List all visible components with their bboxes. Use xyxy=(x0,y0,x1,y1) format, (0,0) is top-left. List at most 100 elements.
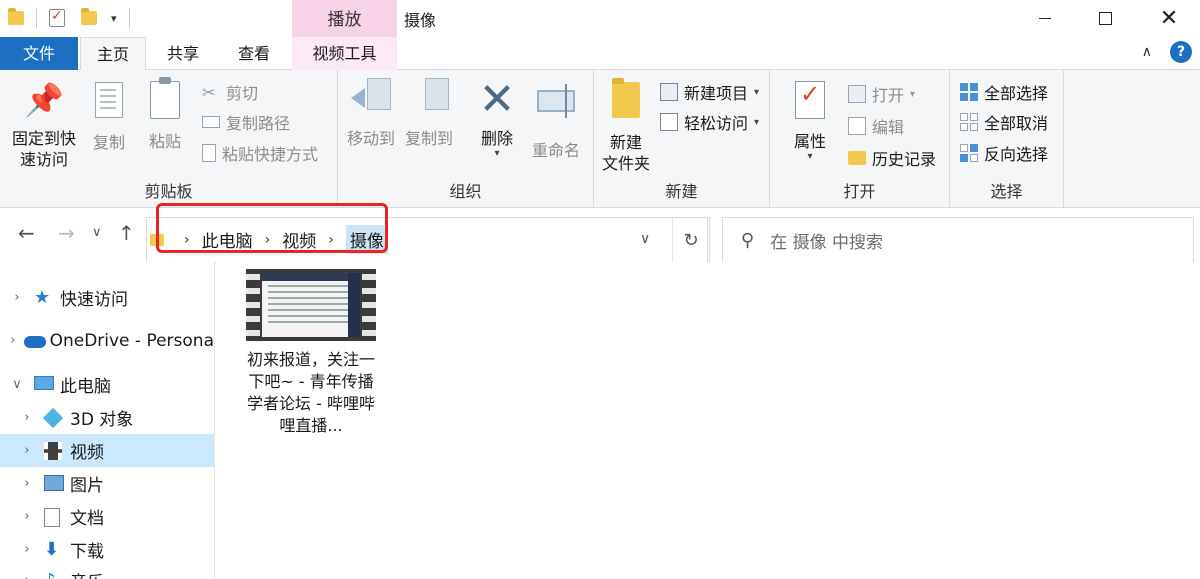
help-icon[interactable]: ? xyxy=(1170,41,1192,63)
sidebar-item-label: 下载 xyxy=(70,542,104,562)
select-all-button[interactable]: 全部选择 xyxy=(960,80,1048,104)
select-none-button[interactable]: 全部取消 xyxy=(960,110,1048,134)
close-button[interactable]: ✕ xyxy=(1138,0,1200,37)
ribbon: 📌 固定到快 速访问 复制 粘贴 ✂ 剪切 复制路径 粘贴快捷方式 剪贴板 移动… xyxy=(0,70,1200,208)
customize-toolbar-dropdown-icon[interactable]: ▾ xyxy=(111,12,117,25)
chevron-right-icon[interactable]: › xyxy=(20,443,34,458)
group-label-open: 打开 xyxy=(843,182,876,201)
documents-icon xyxy=(44,507,64,527)
sidebar-item-documents[interactable]: › 文档 xyxy=(0,500,214,533)
move-to-label: 移动到 xyxy=(346,129,395,148)
tab-share[interactable]: 共享 xyxy=(150,37,216,70)
easy-access-dropdown-icon: ▾ xyxy=(754,116,760,128)
context-tab-play-header: 播放 xyxy=(292,0,397,37)
copy-icon xyxy=(95,82,123,118)
pin-to-quick-access-button[interactable]: 📌 固定到快 速访问 xyxy=(6,78,82,170)
download-icon: ⬇ xyxy=(44,538,60,560)
copy-to-button[interactable]: 复制到 xyxy=(402,78,456,149)
properties-button[interactable]: 属性 ▾ xyxy=(782,78,838,162)
file-name: 初来报道，关注一下吧~ - 青年传播学者论坛 - 哔哩哔哩直播... xyxy=(246,350,375,435)
new-folder-icon[interactable] xyxy=(81,8,97,25)
properties-icon[interactable] xyxy=(49,8,65,27)
video-folder-icon xyxy=(44,441,64,460)
toolbar-divider xyxy=(36,8,37,28)
folder-icon[interactable] xyxy=(8,8,24,25)
delete-button[interactable]: ✕ 删除 ▾ xyxy=(472,78,522,159)
back-arrow-icon[interactable]: ← xyxy=(18,221,35,245)
sidebar-item-music[interactable]: › ♪ 音乐 xyxy=(0,564,214,579)
up-arrow-icon[interactable]: ↑ xyxy=(118,221,135,245)
paste-shortcut-icon xyxy=(202,144,216,162)
properties-dropdown-icon[interactable]: ▾ xyxy=(782,152,838,162)
chevron-right-icon[interactable]: › xyxy=(20,410,34,425)
tab-home[interactable]: 主页 xyxy=(80,37,146,71)
chevron-right-icon[interactable]: › xyxy=(20,476,34,491)
move-to-button[interactable]: 移动到 xyxy=(344,78,398,149)
history-button[interactable]: 历史记录 xyxy=(848,146,936,170)
sidebar-item-this-pc[interactable]: ∨ 此电脑 xyxy=(0,368,214,401)
chevron-down-icon[interactable]: ∨ xyxy=(10,377,24,392)
address-history-dropdown-icon[interactable]: ∨ xyxy=(640,231,650,247)
paste-button[interactable]: 粘贴 xyxy=(142,77,188,152)
sidebar-item-videos[interactable]: › 视频 xyxy=(0,434,214,467)
chevron-right-icon[interactable]: › xyxy=(10,333,16,348)
new-folder-icon xyxy=(612,78,640,118)
sidebar-item-3d-objects[interactable]: › 3D 对象 xyxy=(0,401,214,434)
sidebar-item-onedrive[interactable]: › OneDrive - Persona xyxy=(0,324,214,357)
properties-label: 属性 xyxy=(793,132,826,151)
tab-video-tools[interactable]: 视频工具 xyxy=(292,37,397,70)
tab-view[interactable]: 查看 xyxy=(220,37,288,70)
minimize-icon xyxy=(1039,17,1051,20)
new-folder-button[interactable]: 新建 文件夹 xyxy=(598,78,654,174)
new-folder-label-line2: 文件夹 xyxy=(601,154,650,173)
recent-locations-dropdown-icon[interactable]: ∨ xyxy=(92,225,102,240)
pictures-icon xyxy=(44,474,64,493)
delete-label: 删除 xyxy=(480,129,513,148)
easy-access-button[interactable]: 轻松访问 ▾ xyxy=(660,110,759,134)
sidebar-item-quick-access[interactable]: › ★ 快速访问 xyxy=(0,281,214,314)
sidebar-item-pictures[interactable]: › 图片 xyxy=(0,467,214,500)
open-icon xyxy=(848,85,866,103)
edit-button[interactable]: 编辑 xyxy=(848,114,904,138)
delete-dropdown-icon[interactable]: ▾ xyxy=(472,149,522,159)
chevron-right-icon[interactable]: › xyxy=(20,542,34,557)
collapse-ribbon-icon[interactable]: ∧ xyxy=(1142,44,1152,60)
edit-icon xyxy=(848,117,866,135)
music-icon: ♪ xyxy=(44,571,64,579)
chevron-right-icon[interactable]: › xyxy=(20,573,34,579)
group-label-organize: 组织 xyxy=(449,182,482,201)
copy-button[interactable]: 复制 xyxy=(86,78,132,153)
new-folder-label-line1: 新建 xyxy=(609,133,642,152)
tab-file[interactable]: 文件 xyxy=(0,37,78,70)
select-all-icon xyxy=(960,83,978,101)
minimize-button[interactable] xyxy=(1014,0,1076,37)
group-label-select: 选择 xyxy=(990,182,1023,201)
sidebar-item-label: 视频 xyxy=(70,443,104,463)
maximize-icon xyxy=(1098,12,1112,25)
rename-button[interactable]: 重命名 xyxy=(526,78,586,161)
cut-label: 剪切 xyxy=(226,84,259,103)
search-box[interactable]: ⚲ 在 摄像 中搜索 xyxy=(722,217,1194,263)
star-icon: ★ xyxy=(34,286,51,308)
move-to-icon xyxy=(351,78,391,122)
pin-label-line2: 速访问 xyxy=(19,150,68,169)
copy-path-button[interactable]: 复制路径 xyxy=(202,110,290,134)
file-item-video[interactable]: 初来报道，关注一下吧~ - 青年传播学者论坛 - 哔哩哔哩直播... xyxy=(243,269,379,437)
easy-access-icon xyxy=(660,113,678,131)
open-button[interactable]: 打开 ▾ xyxy=(848,82,915,106)
chevron-right-icon[interactable]: › xyxy=(20,509,34,524)
group-label-clipboard: 剪贴板 xyxy=(144,182,193,201)
sidebar-item-downloads[interactable]: › ⬇ 下载 xyxy=(0,533,214,566)
cut-button[interactable]: ✂ 剪切 xyxy=(202,80,258,104)
paste-shortcut-button[interactable]: 粘贴快捷方式 xyxy=(202,141,318,165)
chevron-right-icon[interactable]: › xyxy=(10,290,24,305)
sidebar-item-label: 快速访问 xyxy=(60,290,128,310)
invert-selection-button[interactable]: 反向选择 xyxy=(960,141,1048,165)
select-none-label: 全部取消 xyxy=(984,114,1049,133)
sidebar-item-label: 此电脑 xyxy=(60,377,111,397)
forward-arrow-icon[interactable]: → xyxy=(58,221,75,245)
copy-to-label: 复制到 xyxy=(404,129,453,148)
refresh-button[interactable]: ↻ xyxy=(672,217,710,263)
maximize-button[interactable] xyxy=(1074,0,1136,37)
new-item-button[interactable]: 新建项目 ▾ xyxy=(660,80,759,104)
